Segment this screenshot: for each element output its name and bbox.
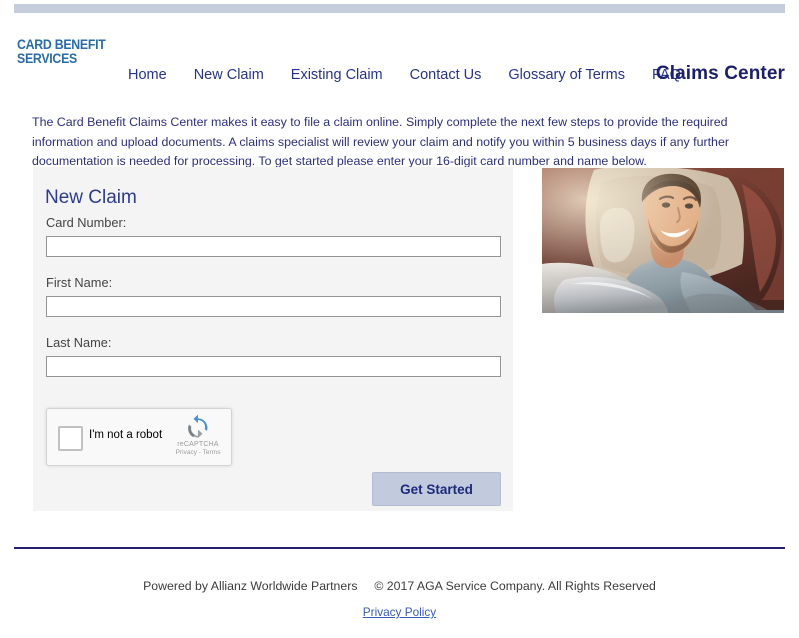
logo-line-1: CARD BENEFIT <box>17 36 106 52</box>
logo-line-2: SERVICES <box>17 50 77 66</box>
recaptcha-widget[interactable]: I'm not a robot reCAPTCHA Privacy - Term… <box>46 408 232 466</box>
get-started-button[interactable]: Get Started <box>372 472 501 506</box>
nav-item-new-claim[interactable]: New Claim <box>194 67 264 83</box>
recaptcha-brand-name: reCAPTCHA <box>177 441 219 448</box>
intro-paragraph: The Card Benefit Claims Center makes it … <box>32 115 729 169</box>
nav-item-home[interactable]: Home <box>128 67 167 83</box>
nav-item-existing-claim[interactable]: Existing Claim <box>291 67 383 83</box>
label-card-number: Card Number: <box>46 215 127 230</box>
main-navigation: Home New Claim Existing Claim Contact Us… <box>128 67 681 83</box>
footer-credits: Powered by Allianz Worldwide Partners © … <box>0 579 799 593</box>
field-last-name: Last Name: <box>46 335 501 377</box>
form-heading: New Claim <box>45 187 137 208</box>
recaptcha-icon <box>188 414 208 438</box>
site-logo[interactable]: CARD BENEFIT SERVICES <box>17 37 109 65</box>
site-header: CARD BENEFIT SERVICES Home New Claim Exi… <box>0 13 799 85</box>
field-card-number: Card Number: <box>46 215 501 257</box>
recaptcha-label: I'm not a robot <box>89 429 163 441</box>
label-last-name: Last Name: <box>46 335 112 350</box>
card-number-input[interactable] <box>46 236 501 257</box>
first-name-input[interactable] <box>46 296 501 317</box>
footer-copyright: © 2017 AGA Service Company. All Rights R… <box>374 579 656 593</box>
page-title: Claims Center <box>655 63 785 84</box>
nav-item-glossary-of-terms[interactable]: Glossary of Terms <box>508 67 625 83</box>
footer-divider <box>14 547 785 549</box>
field-first-name: First Name: <box>46 275 501 317</box>
top-accent-bar <box>14 4 785 13</box>
footer-powered-by: Powered by Allianz Worldwide Partners <box>143 579 358 593</box>
recaptcha-terms: Privacy - Terms <box>175 449 221 456</box>
hero-photo <box>542 168 784 313</box>
privacy-policy-link[interactable]: Privacy Policy <box>363 605 436 619</box>
page-container: CARD BENEFIT SERVICES Home New Claim Exi… <box>0 13 799 638</box>
footer-links: Privacy Policy <box>0 603 799 621</box>
hero-illustration <box>542 168 784 313</box>
label-first-name: First Name: <box>46 275 113 290</box>
new-claim-form-panel: New Claim Card Number: First Name: Last … <box>33 167 513 511</box>
recaptcha-checkbox[interactable] <box>58 426 83 451</box>
last-name-input[interactable] <box>46 356 501 377</box>
recaptcha-branding: reCAPTCHA Privacy - Terms <box>172 414 224 457</box>
nav-item-contact-us[interactable]: Contact Us <box>410 67 482 83</box>
